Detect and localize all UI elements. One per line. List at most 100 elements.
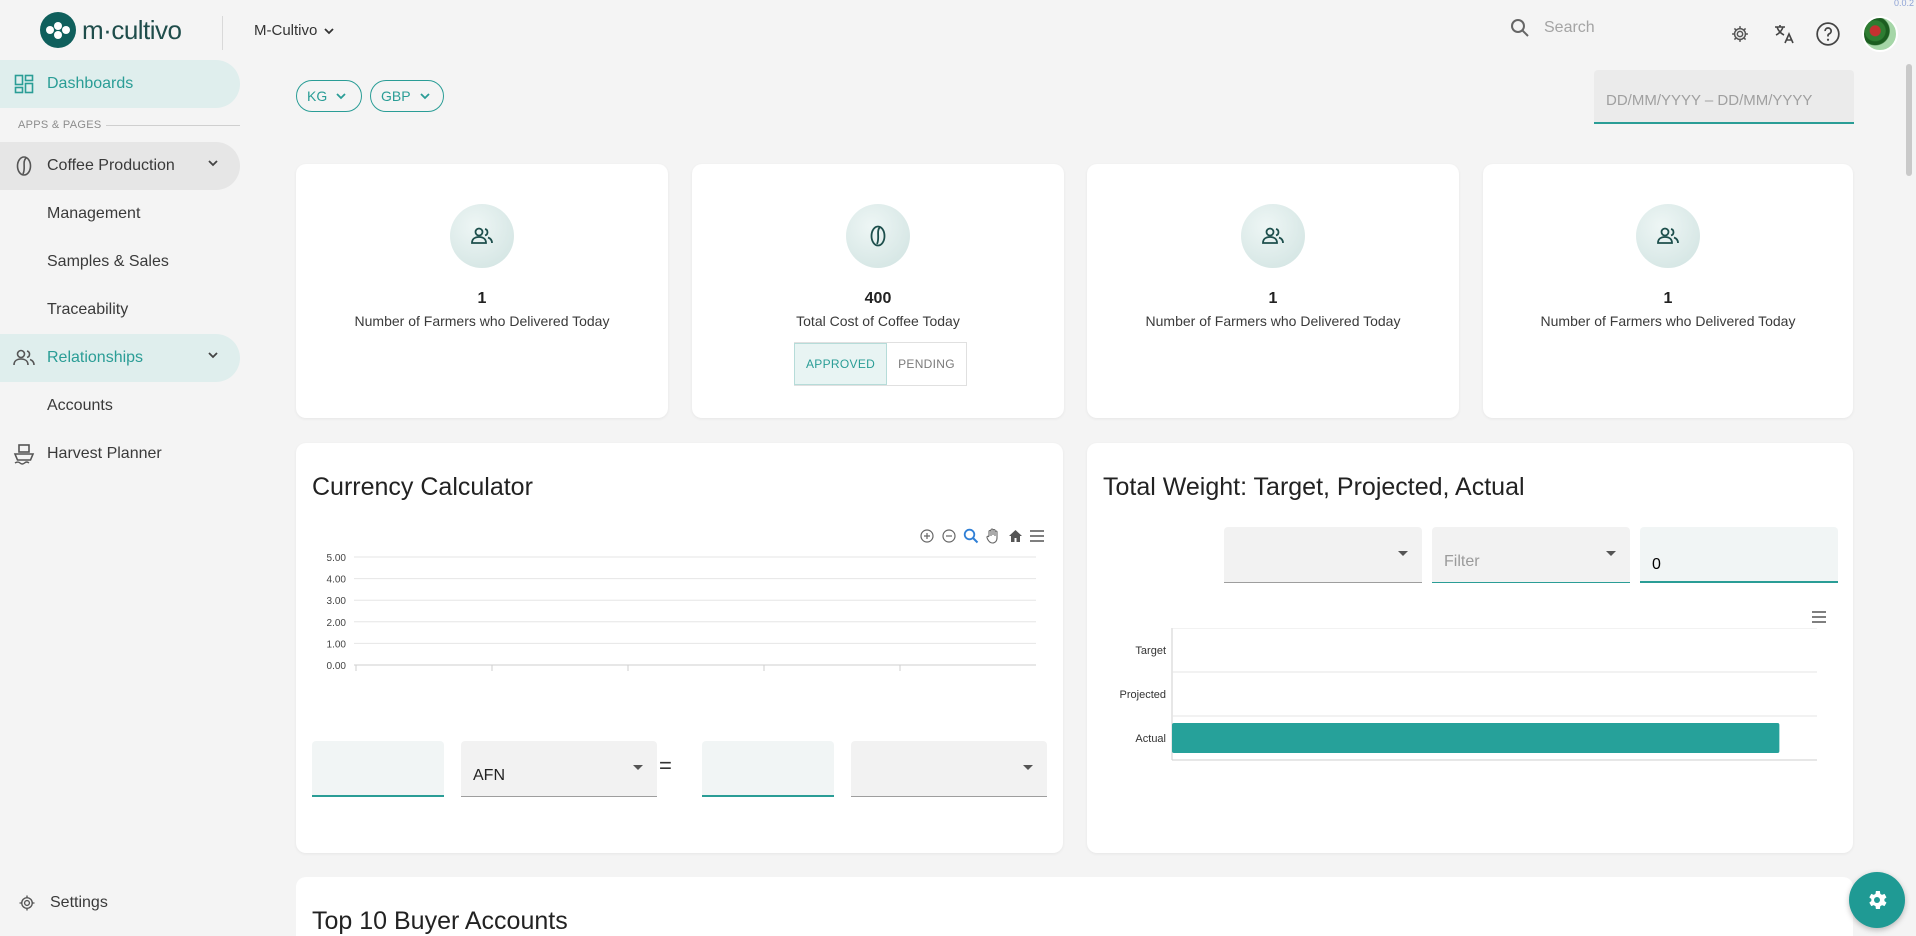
sidebar-item-harvest-planner[interactable]: Harvest Planner bbox=[0, 430, 240, 478]
weight-bar-chart: TargetProjectedActual0100200300400500600 bbox=[1120, 628, 1817, 761]
zoom-in-icon[interactable] bbox=[918, 527, 936, 545]
y-tick-label: 4.00 bbox=[327, 575, 347, 586]
sidebar-item-dashboards[interactable]: Dashboards bbox=[0, 60, 240, 108]
number-field[interactable] bbox=[1640, 527, 1838, 583]
magnifier-icon[interactable] bbox=[962, 527, 980, 545]
sidebar-item-label: Settings bbox=[50, 894, 108, 911]
search-bar[interactable] bbox=[1510, 18, 1704, 38]
category-label: Projected bbox=[1120, 689, 1166, 701]
chevron-down-icon bbox=[336, 93, 346, 100]
settings-fab[interactable] bbox=[1849, 872, 1905, 928]
y-tick-label: 3.00 bbox=[327, 596, 347, 607]
gear-icon[interactable] bbox=[1726, 20, 1754, 48]
coffee-bean-icon bbox=[12, 154, 36, 178]
date-range-field[interactable]: DD/MM/YYYY – DD/MM/YYYY bbox=[1594, 70, 1854, 124]
translate-icon[interactable] bbox=[1770, 20, 1798, 48]
filter-placeholder: Filter bbox=[1444, 553, 1480, 570]
farmers-icon bbox=[450, 204, 514, 268]
sidebar-item-samples-sales[interactable]: Samples & Sales bbox=[47, 253, 169, 271]
filter-select[interactable]: Filter bbox=[1432, 527, 1630, 583]
ship-icon bbox=[12, 442, 36, 466]
toggle-pending[interactable]: PENDING bbox=[887, 343, 967, 385]
chevron-down-icon bbox=[324, 27, 334, 34]
amount-from-input[interactable] bbox=[312, 741, 444, 795]
org-selector-label: M-Cultivo bbox=[254, 22, 318, 39]
equals-sign: = bbox=[659, 753, 672, 778]
users-icon bbox=[12, 346, 36, 370]
top-bar: m·cultivo M-Cultivo 0.0.2 bbox=[0, 0, 1916, 64]
from-currency-select[interactable]: AFN bbox=[461, 741, 657, 797]
chevron-down-icon bbox=[208, 160, 218, 167]
logo-text: m·cultivo bbox=[82, 14, 182, 45]
pan-hand-icon[interactable] bbox=[984, 527, 1002, 545]
stat-label: Number of Farmers who Delivered Today bbox=[1540, 313, 1796, 329]
help-icon[interactable] bbox=[1814, 20, 1842, 48]
number-input[interactable] bbox=[1640, 527, 1838, 581]
card-title: Total Weight: Target, Projected, Actual bbox=[1103, 473, 1525, 501]
stat-card: 1 Number of Farmers who Delivered Today bbox=[1483, 164, 1853, 418]
sidebar-item-accounts[interactable]: Accounts bbox=[47, 397, 113, 415]
sidebar-item-settings[interactable]: Settings bbox=[18, 894, 108, 912]
farmers-icon bbox=[1636, 204, 1700, 268]
card-title: Currency Calculator bbox=[312, 473, 533, 501]
app-logo[interactable]: m·cultivo bbox=[40, 12, 182, 48]
to-currency-select[interactable] bbox=[851, 741, 1047, 797]
amount-to-input[interactable] bbox=[702, 741, 834, 795]
user-avatar[interactable] bbox=[1862, 16, 1898, 52]
sidebar-item-label: Relationships bbox=[47, 349, 144, 366]
stat-value: 400 bbox=[864, 290, 892, 307]
category-label: Target bbox=[1135, 645, 1166, 657]
dashboard-icon bbox=[12, 72, 36, 96]
sidebar-item-label: Coffee Production bbox=[47, 157, 175, 174]
stat-value: 1 bbox=[1268, 290, 1278, 307]
search-icon bbox=[1511, 19, 1529, 37]
currency-selector[interactable]: GBP bbox=[370, 80, 444, 112]
sidebar-item-label: Dashboards bbox=[47, 75, 134, 92]
sidebar-item-label: Harvest Planner bbox=[47, 445, 162, 462]
stat-card: 1 Number of Farmers who Delivered Today bbox=[296, 164, 668, 418]
org-selector[interactable]: M-Cultivo bbox=[254, 22, 335, 39]
search-input[interactable] bbox=[1544, 19, 1704, 37]
farmers-icon bbox=[1241, 204, 1305, 268]
logo-mark-icon bbox=[40, 12, 76, 48]
section-label: APPS & PAGES bbox=[18, 119, 102, 131]
y-tick-label: 0.00 bbox=[327, 661, 347, 672]
home-icon[interactable] bbox=[1006, 527, 1024, 545]
sidebar-item-management[interactable]: Management bbox=[47, 205, 140, 223]
y-tick-label: 5.00 bbox=[327, 553, 347, 564]
divider bbox=[106, 125, 240, 126]
caret-down-icon bbox=[1023, 765, 1033, 770]
card-title: Top 10 Buyer Accounts bbox=[312, 907, 568, 935]
unit-selector-label: KG bbox=[307, 88, 328, 104]
zoom-out-icon[interactable] bbox=[940, 527, 958, 545]
sidebar-item-coffee-production[interactable]: Coffee Production bbox=[0, 142, 240, 190]
sidebar-item-relationships[interactable]: Relationships bbox=[0, 334, 240, 382]
gear-icon bbox=[1869, 891, 1887, 909]
coffee-bean-icon bbox=[846, 204, 910, 268]
currency-calculator-card: Currency Calculator 5.00 4.00 3.00 2.00 1.00… bbox=[296, 443, 1063, 853]
bar-actual bbox=[1172, 723, 1780, 753]
sidebar-item-traceability[interactable]: Traceability bbox=[47, 301, 128, 319]
weight-category-select[interactable] bbox=[1224, 527, 1422, 583]
approval-toggle: APPROVED PENDING bbox=[794, 342, 967, 386]
amount-from-field[interactable] bbox=[312, 741, 444, 797]
category-label: Actual bbox=[1135, 733, 1166, 745]
top-actions bbox=[1726, 16, 1898, 52]
stat-label: Total Cost of Coffee Today bbox=[796, 313, 960, 329]
unit-selector[interactable]: KG bbox=[296, 80, 362, 112]
date-range-placeholder: DD/MM/YYYY – DD/MM/YYYY bbox=[1606, 92, 1813, 109]
caret-down-icon bbox=[633, 765, 643, 770]
y-tick-label: 2.00 bbox=[327, 618, 347, 629]
amount-to-field[interactable] bbox=[702, 741, 834, 797]
currency-line-chart: 5.00 4.00 3.00 2.00 1.00 0.00 bbox=[327, 553, 1036, 672]
stat-card: 1 Number of Farmers who Delivered Today bbox=[1087, 164, 1459, 418]
toggle-approved[interactable]: APPROVED bbox=[794, 343, 888, 385]
from-currency-value: AFN bbox=[473, 767, 505, 784]
stat-value: 1 bbox=[1663, 290, 1673, 307]
menu-icon[interactable] bbox=[1811, 611, 1827, 623]
gear-icon bbox=[19, 895, 35, 911]
scrollbar[interactable] bbox=[1906, 64, 1912, 176]
stat-value: 1 bbox=[477, 290, 487, 307]
menu-icon[interactable] bbox=[1028, 527, 1046, 545]
stat-card: 400 Total Cost of Coffee Today APPROVED … bbox=[692, 164, 1064, 418]
